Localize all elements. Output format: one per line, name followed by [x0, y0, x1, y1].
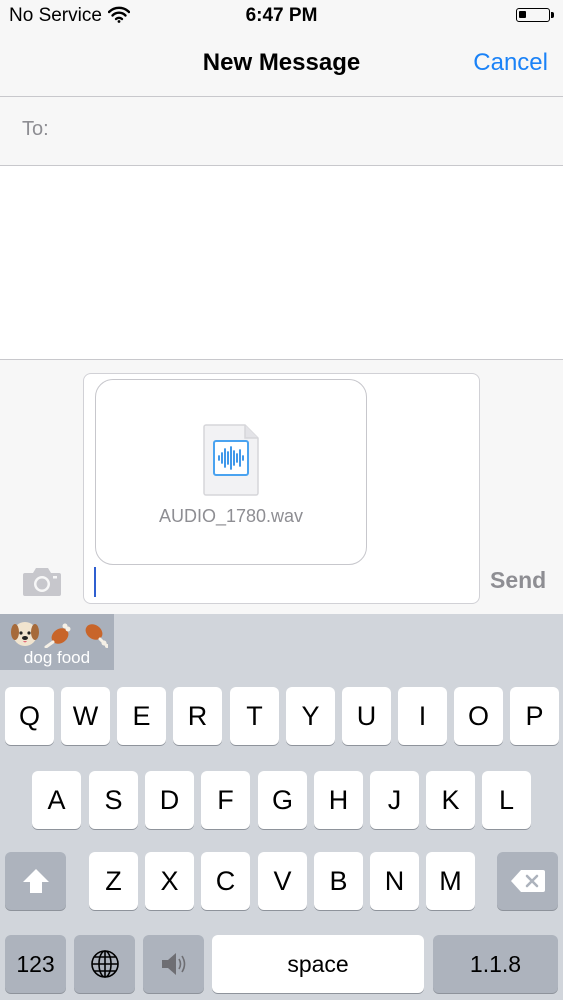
numbers-key[interactable]: 123 [5, 935, 66, 993]
key-j[interactable]: J [370, 771, 419, 829]
attachment-filename: AUDIO_1780.wav [158, 506, 304, 526]
text-cursor [94, 567, 96, 597]
key-i[interactable]: I [398, 687, 447, 745]
camera-icon[interactable] [22, 565, 62, 597]
shift-key[interactable] [5, 852, 66, 910]
key-w[interactable]: W [61, 687, 110, 745]
message-input[interactable]: AUDIO_1780.wav [83, 373, 480, 604]
delete-key[interactable] [497, 852, 558, 910]
space-key[interactable]: space [212, 935, 424, 993]
key-d[interactable]: D [145, 771, 194, 829]
status-bar: No Service 6:47 PM [0, 0, 563, 32]
recipient-input[interactable] [62, 107, 542, 155]
key-x[interactable]: X [145, 852, 194, 910]
key-q[interactable]: Q [5, 687, 54, 745]
globe-icon [90, 950, 119, 978]
shift-icon [22, 869, 49, 893]
version-key[interactable]: 1.1.8 [433, 935, 558, 993]
suggestion-text: dog food [23, 648, 91, 667]
key-v[interactable]: V [258, 852, 307, 910]
key-e[interactable]: E [117, 687, 166, 745]
audio-attachment[interactable]: AUDIO_1780.wav [95, 379, 367, 565]
delete-backspace-icon [510, 870, 545, 892]
key-s[interactable]: S [89, 771, 138, 829]
key-z[interactable]: Z [89, 852, 138, 910]
battery-fill [519, 11, 526, 18]
compose-bar: AUDIO_1780.wav Send [0, 359, 563, 615]
key-h[interactable]: H [314, 771, 363, 829]
key-n[interactable]: N [370, 852, 419, 910]
dictation-key[interactable] [143, 935, 204, 993]
suggestion-emoji-icons [11, 622, 108, 648]
key-y[interactable]: Y [286, 687, 335, 745]
audio-waveform-file-icon [203, 424, 259, 496]
speaker-icon [161, 953, 185, 975]
cancel-button[interactable]: Cancel [473, 49, 548, 77]
key-r[interactable]: R [173, 687, 222, 745]
battery-icon [516, 8, 554, 22]
keyboard: dog food Q W E R T Y U I O P A S D F G H… [0, 614, 563, 1000]
key-b[interactable]: B [314, 852, 363, 910]
navigation-bar: New Message Cancel [0, 32, 563, 97]
to-label: To: [22, 118, 49, 140]
key-f[interactable]: F [201, 771, 250, 829]
key-t[interactable]: T [230, 687, 279, 745]
poultry-leg-icon [44, 623, 71, 648]
key-p[interactable]: P [510, 687, 559, 745]
key-a[interactable]: A [32, 771, 81, 829]
key-k[interactable]: K [426, 771, 475, 829]
battery-nub [551, 12, 554, 18]
key-c[interactable]: C [201, 852, 250, 910]
globe-key[interactable] [74, 935, 135, 993]
status-time: 6:47 PM [245, 5, 318, 26]
key-g[interactable]: G [258, 771, 307, 829]
key-o[interactable]: O [454, 687, 503, 745]
emoji-suggestion[interactable]: dog food [0, 614, 114, 670]
dog-face-icon [11, 622, 39, 646]
send-button[interactable]: Send [490, 567, 546, 594]
key-l[interactable]: L [482, 771, 531, 829]
poultry-leg-icon [85, 624, 108, 648]
recipient-field: To: [0, 97, 563, 166]
key-u[interactable]: U [342, 687, 391, 745]
message-thread [0, 166, 563, 359]
key-m[interactable]: M [426, 852, 475, 910]
